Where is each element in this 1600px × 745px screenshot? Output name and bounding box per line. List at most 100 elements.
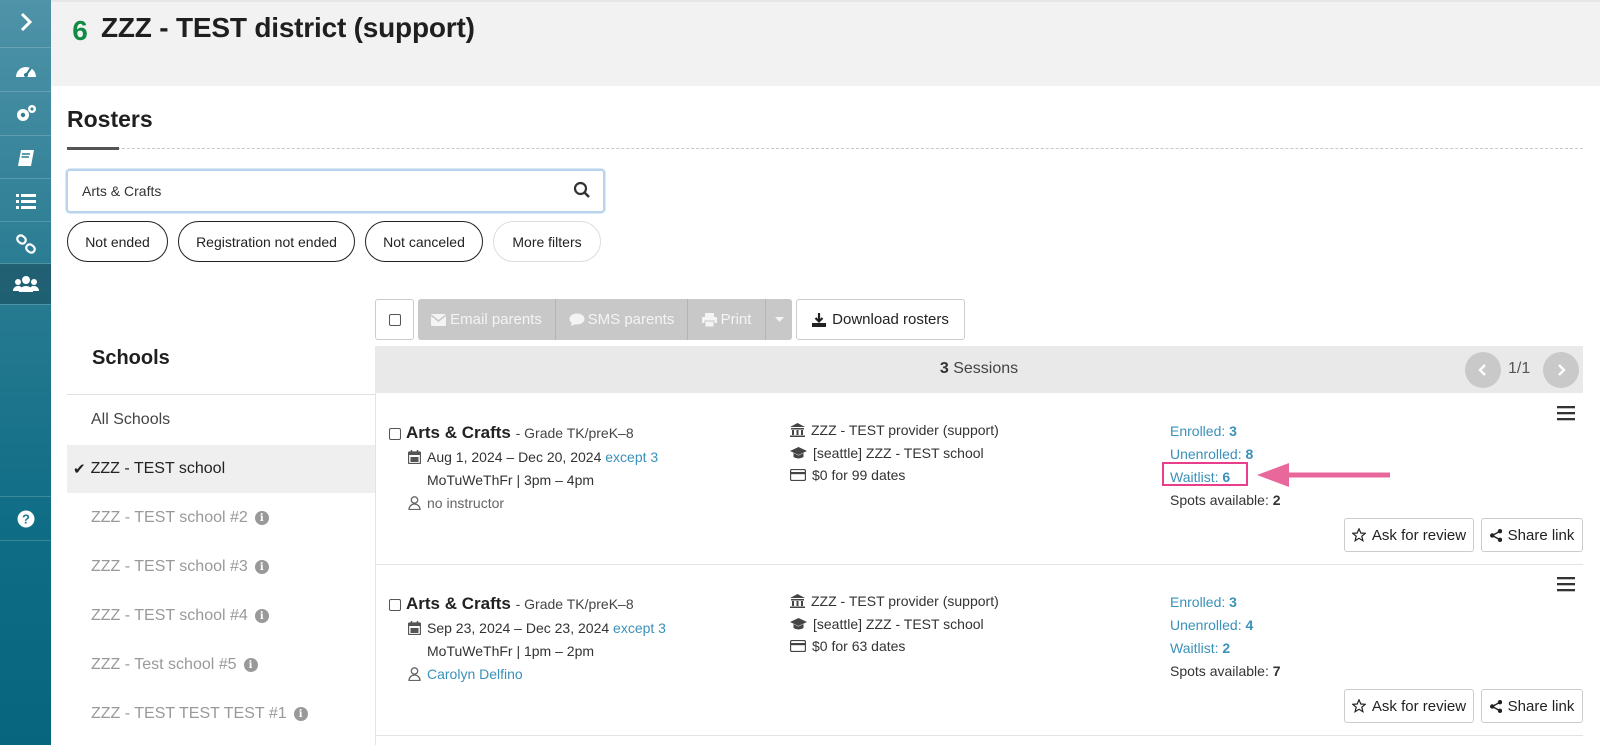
download-icon: [812, 312, 827, 327]
next-page-button[interactable]: [1543, 352, 1579, 388]
schools-divider: [67, 394, 375, 395]
email-parents-label: Email parents: [450, 311, 542, 328]
svg-text:6: 6: [72, 16, 88, 46]
ask-for-review-button[interactable]: Ask for review: [1344, 689, 1474, 723]
share-link-button[interactable]: Share link: [1481, 689, 1583, 723]
school-item[interactable]: ZZZ - TEST school #2 i: [67, 494, 375, 542]
user-icon: [408, 496, 421, 510]
sms-parents-button[interactable]: SMS parents: [556, 299, 688, 340]
check-icon: ✔: [73, 461, 86, 478]
sidebar-item-settings[interactable]: [0, 94, 51, 134]
schools-heading: Schools: [92, 347, 170, 369]
waitlist-link[interactable]: Waitlist: 2: [1170, 640, 1230, 656]
title-divider: [67, 148, 1583, 149]
chevron-left-icon: [1478, 364, 1486, 376]
book-icon: [17, 150, 34, 166]
school-label: ZZZ - TEST school #3: [91, 558, 248, 575]
share-icon: [1489, 528, 1502, 542]
session-menu-button[interactable]: [1557, 577, 1575, 597]
filter-not-canceled[interactable]: Not canceled: [365, 221, 483, 262]
envelope-icon: [431, 313, 447, 326]
print-button[interactable]: Print: [688, 299, 766, 340]
session-provider: ZZZ - TEST provider (support): [790, 593, 999, 609]
print-icon: [701, 312, 717, 327]
users-icon: [12, 276, 39, 292]
star-icon: [1351, 528, 1366, 542]
except-dates-link[interactable]: except 3: [605, 449, 658, 465]
school-item[interactable]: ZZZ - TEST school #4 i: [67, 592, 375, 640]
page-header: 6 ZZZ - TEST district (support): [51, 0, 1600, 86]
session-checkbox[interactable]: [389, 428, 401, 440]
sidebar-item-list[interactable]: [0, 181, 51, 221]
search-icon[interactable]: [573, 181, 591, 204]
annotation-arrow-icon: [1257, 463, 1390, 487]
sidebar-toggle[interactable]: [0, 2, 51, 42]
sidebar-item-catalog[interactable]: [0, 138, 51, 178]
session-schedule: MoTuWeThFr | 3pm – 4pm: [427, 472, 595, 488]
share-link-button[interactable]: Share link: [1481, 518, 1583, 552]
except-dates-link[interactable]: except 3: [613, 620, 666, 636]
chevron-right-icon: [1558, 364, 1566, 376]
list-icon: [15, 194, 36, 209]
info-icon[interactable]: i: [243, 658, 258, 672]
page-title: Rosters: [67, 106, 153, 132]
email-parents-button[interactable]: Email parents: [418, 299, 556, 340]
school-item[interactable]: ZZZ - Test school #5 i: [67, 641, 375, 689]
session-title[interactable]: Arts & Crafts - Grade TK/preK–8: [406, 594, 634, 614]
session-school: [seattle] ZZZ - TEST school: [790, 445, 984, 461]
session-card: Arts & Crafts - Grade TK/preK–8 Aug 1, 2…: [375, 394, 1583, 565]
school-label: ZZZ - TEST school #4: [91, 607, 248, 624]
download-rosters-button[interactable]: Download rosters: [796, 299, 965, 340]
sidebar-item-rosters[interactable]: [0, 264, 51, 304]
district-name: ZZZ - TEST district (support): [101, 12, 475, 43]
star-icon: [1351, 699, 1366, 713]
prev-page-button[interactable]: [1465, 352, 1501, 388]
search-box: [66, 169, 605, 213]
enrolled-link[interactable]: Enrolled: 3: [1170, 594, 1237, 610]
link-icon: [15, 234, 36, 254]
filter-registration-not-ended[interactable]: Registration not ended: [178, 221, 355, 262]
sidebar-item-dashboard[interactable]: [0, 50, 51, 90]
print-dropdown-button[interactable]: [766, 299, 792, 340]
graduation-cap-icon: [790, 446, 807, 460]
hamburger-icon: [1557, 406, 1575, 421]
session-instructor: no instructor: [408, 495, 504, 511]
school-label: All Schools: [91, 411, 171, 428]
session-menu-button[interactable]: [1557, 406, 1575, 426]
school-label: ZZZ - TEST TEST TEST #1: [91, 705, 287, 722]
school-label: ZZZ - Test school #5: [91, 656, 237, 673]
more-filters-button[interactable]: More filters: [493, 221, 601, 262]
gears-icon: [16, 105, 36, 121]
sms-parents-label: SMS parents: [587, 311, 675, 328]
page-indicator: 1/1: [1508, 360, 1531, 377]
select-all-checkbox[interactable]: [375, 299, 414, 340]
info-icon[interactable]: i: [254, 609, 269, 623]
sidebar-item-help[interactable]: ?: [0, 499, 51, 539]
filter-not-ended[interactable]: Not ended: [67, 221, 168, 262]
session-checkbox[interactable]: [389, 599, 401, 611]
hamburger-icon: [1557, 577, 1575, 592]
school-item[interactable]: ZZZ - TEST TEST TEST #1 i: [67, 690, 375, 738]
print-label: Print: [720, 311, 752, 328]
info-icon[interactable]: i: [254, 560, 269, 574]
graduation-cap-icon: [790, 617, 807, 631]
session-dates: Aug 1, 2024 – Dec 20, 2024 except 3: [408, 449, 658, 465]
sessions-count: 3 Sessions: [939, 360, 1019, 377]
school-item-selected[interactable]: ✔ ZZZ - TEST school: [67, 445, 375, 493]
info-icon[interactable]: i: [254, 511, 269, 525]
ask-for-review-button[interactable]: Ask for review: [1344, 518, 1474, 552]
unenrolled-link[interactable]: Unenrolled: 8: [1170, 446, 1253, 462]
enrolled-link[interactable]: Enrolled: 3: [1170, 423, 1237, 439]
chevron-right-icon: [20, 12, 32, 32]
school-item[interactable]: ZZZ - TEST school #3 i: [67, 543, 375, 591]
session-price: $0 for 99 dates: [790, 467, 905, 483]
sidebar-item-links[interactable]: [0, 224, 51, 264]
school-item-all[interactable]: All Schools: [67, 396, 375, 444]
session-title[interactable]: Arts & Crafts - Grade TK/preK–8: [406, 423, 634, 443]
checkbox-box: [388, 313, 401, 326]
instructor-link[interactable]: Carolyn Delfino: [427, 666, 523, 682]
calendar-icon: [408, 450, 421, 464]
search-input[interactable]: [82, 171, 552, 211]
unenrolled-link[interactable]: Unenrolled: 4: [1170, 617, 1253, 633]
info-icon[interactable]: i: [293, 707, 308, 721]
